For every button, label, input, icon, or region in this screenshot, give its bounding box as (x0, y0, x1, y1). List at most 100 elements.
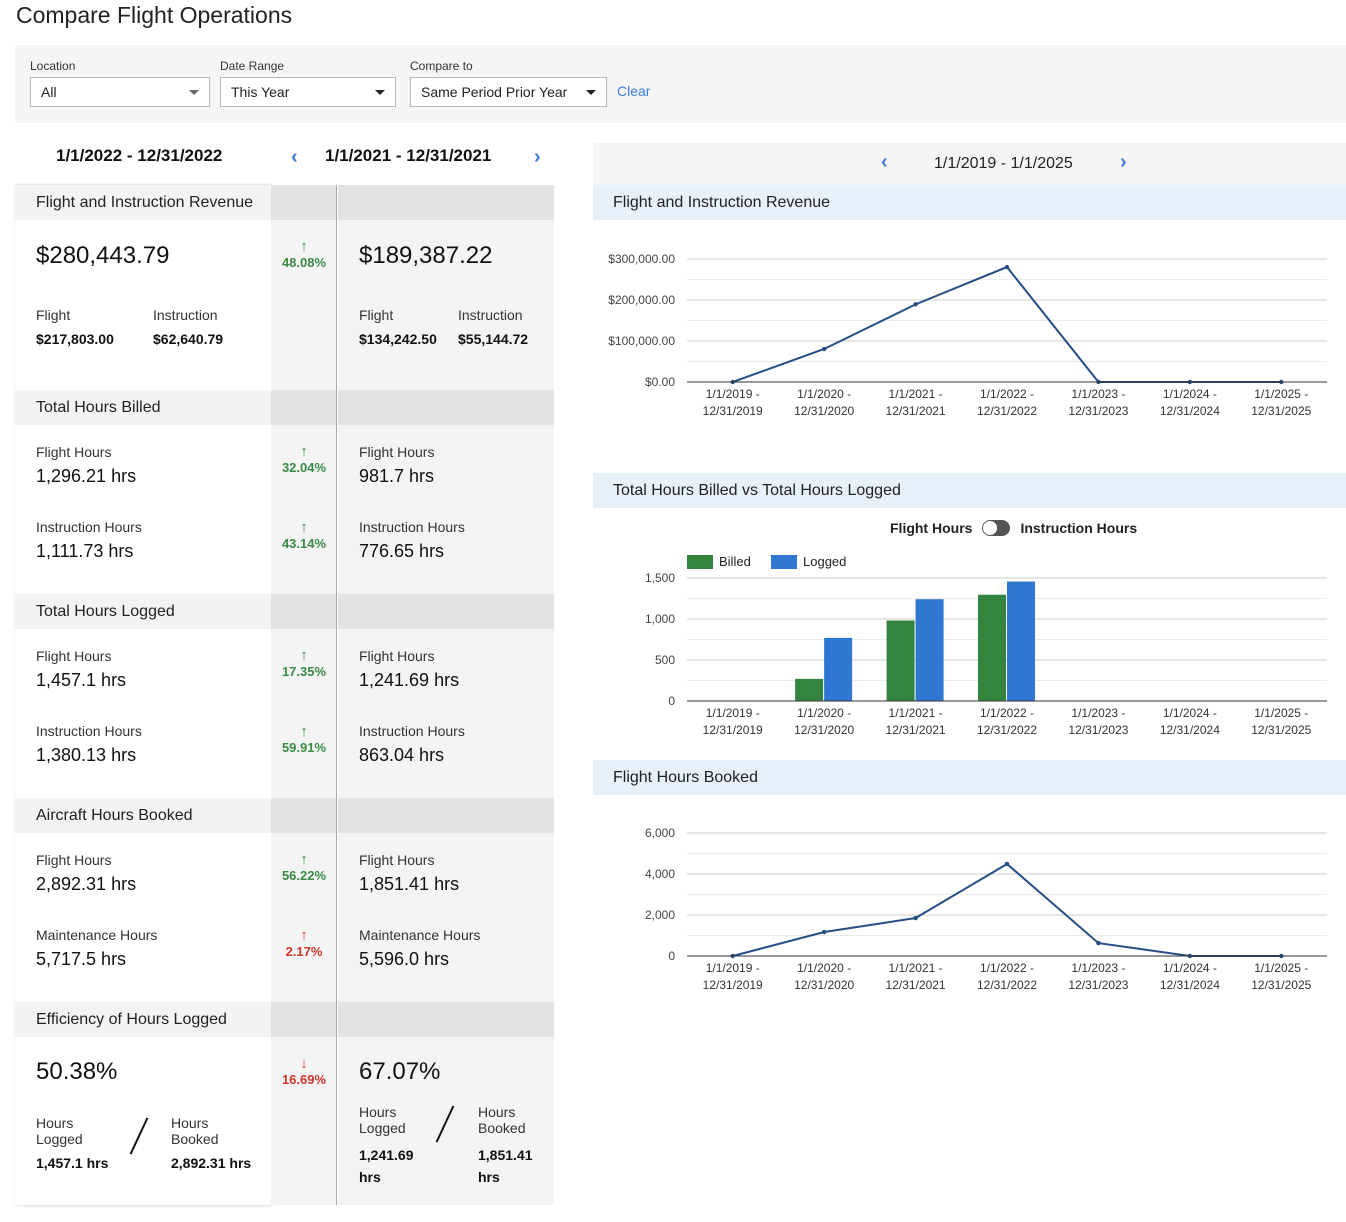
chevron-down-icon (586, 89, 596, 95)
bar-billed (795, 678, 824, 701)
y-tick-label: 500 (655, 653, 675, 667)
compare-logged-flight: 1,241.69 hrs (359, 670, 460, 690)
data-point (821, 929, 827, 935)
toggle-left-label: Flight Hours (890, 520, 973, 536)
x-tick-label: 1/1/2020 - (797, 961, 851, 975)
billed-flight-delta: ↑ 32.04% (271, 443, 337, 476)
arrow-up-icon: ↑ (300, 647, 308, 664)
current-period: 1/1/2022 - 12/31/2022 (56, 146, 223, 165)
booked-flight-delta: ↑ 56.22% (271, 852, 337, 884)
section-title-logged: Total Hours Logged (15, 594, 271, 629)
trend-range-header: ‹ 1/1/2019 - 1/1/2025 › (593, 143, 1346, 185)
instruction-label: Instruction (153, 307, 218, 323)
x-tick-label: 12/31/2022 (977, 978, 1037, 992)
section-title-booked: Aircraft Hours Booked (15, 798, 271, 833)
current-instruction-revenue: $62,640.79 (153, 331, 224, 347)
x-tick-label: 12/31/2023 (1068, 404, 1128, 418)
hours-logged-label-line2: Logged (36, 1131, 83, 1147)
current-period-column: Flight and Instruction Revenue $280,443.… (15, 185, 271, 1205)
y-tick-label: 1,000 (645, 612, 675, 626)
trend-prev-button[interactable]: ‹ (881, 151, 888, 174)
billed-flight-delta-value: 32.04% (281, 460, 327, 475)
compare-billed-instruction: 776.65 hrs (359, 541, 445, 561)
x-tick-label: 1/1/2025 - (1254, 706, 1308, 720)
x-tick-label: 1/1/2019 - (706, 387, 760, 401)
billed-instruction-delta: ↑ 43.14% (271, 520, 337, 552)
x-tick-label: 12/31/2025 (1251, 404, 1311, 418)
x-tick-label: 1/1/2023 - (1071, 961, 1125, 975)
booked-maintenance-delta-value: 2.17% (285, 944, 323, 959)
arrow-up-icon: ↑ (300, 723, 308, 740)
logged-instruction-delta: ↑ 59.91% (271, 723, 337, 756)
data-point (913, 915, 918, 921)
x-tick-label: 1/1/2025 - (1254, 961, 1308, 975)
arrow-up-icon: ↑ (300, 443, 308, 460)
chart-title-booked: Flight Hours Booked (593, 760, 1346, 795)
compare-booked-maintenance: 5,596.0 hrs (359, 949, 450, 969)
x-tick-label: 12/31/2021 (886, 404, 946, 418)
hours-booked-label: Hours Booked (171, 1115, 218, 1147)
x-tick-label: 12/31/2023 (1068, 978, 1128, 992)
unit-label: hrs (359, 1169, 381, 1185)
chevron-down-icon (375, 89, 385, 95)
x-tick-label: 12/31/2024 (1160, 978, 1220, 992)
compare-logged-number: 1,241.69 (359, 1147, 414, 1163)
instruction-hours-label: Instruction Hours (36, 723, 142, 739)
y-tick-label: $0.00 (645, 375, 675, 389)
compare-to-select[interactable]: Same Period Prior Year (410, 77, 607, 107)
location-select[interactable]: All (30, 77, 210, 107)
compare-efficiency-booked: 1,851.41 hrs (478, 1144, 533, 1188)
location-value: All (41, 84, 57, 100)
x-tick-label: 1/1/2024 - (1163, 961, 1217, 975)
hours-booked-label-line1: Hours (171, 1115, 209, 1131)
flight-hours-label: Flight Hours (359, 852, 435, 868)
arrow-down-icon: ↓ (300, 1055, 308, 1072)
hours-booked-label: Hours Booked (478, 1104, 525, 1136)
y-tick-label: 0 (668, 694, 675, 708)
section-header-bg (271, 185, 336, 220)
compare-efficiency-logged: 1,241.69 hrs (359, 1144, 414, 1188)
bar-billed (978, 594, 1006, 701)
data-point (1004, 861, 1010, 867)
clear-button[interactable]: Clear (617, 83, 650, 99)
hours-type-toggle[interactable] (982, 520, 1011, 536)
x-tick-label: 12/31/2025 (1251, 978, 1311, 992)
date-range-select[interactable]: This Year (220, 77, 396, 107)
flight-hours-label: Flight Hours (359, 444, 435, 460)
hours-logged-label-line1: Hours (359, 1104, 397, 1120)
series-line (732, 265, 1282, 383)
delta-column: ↑ 48.08% ↑ 32.04% ↑ 43.14% ↑ 17.35% ↑ 59.91% … (271, 185, 337, 1205)
current-revenue-total: $280,443.79 (36, 242, 170, 269)
x-tick-label: 1/1/2024 - (1163, 387, 1217, 401)
current-efficiency: 50.38% (36, 1058, 118, 1085)
y-tick-label: $300,000.00 (608, 252, 675, 266)
x-tick-label: 1/1/2024 - (1163, 706, 1217, 720)
divider-slash-icon (129, 1117, 149, 1155)
current-billed-flight: 1,296.21 hrs (36, 466, 137, 486)
efficiency-delta: ↓ 16.69% (271, 1055, 337, 1088)
y-tick-label: 4,000 (645, 867, 675, 881)
x-tick-label: 1/1/2019 - (706, 706, 760, 720)
x-tick-label: 1/1/2019 - (706, 961, 760, 975)
section-header-bg (271, 594, 336, 629)
compare-to-filter: Compare to Same Period Prior Year (410, 59, 607, 107)
y-tick-label: 0 (668, 949, 675, 963)
x-tick-label: 12/31/2020 (794, 723, 854, 737)
chevron-down-icon (189, 89, 199, 95)
toggle-right-label: Instruction Hours (1020, 520, 1138, 536)
x-tick-label: 12/31/2019 (703, 723, 763, 737)
compare-flight-revenue: $134,242.50 (359, 331, 437, 347)
filter-bar: Location All Date Range This Year Compar… (15, 45, 1346, 123)
unit-label: hrs (478, 1169, 500, 1185)
next-period-button[interactable]: › (534, 146, 541, 169)
x-tick-label: 12/31/2021 (886, 978, 946, 992)
section-title-efficiency: Efficiency of Hours Logged (15, 1002, 271, 1037)
x-tick-label: 1/1/2020 - (797, 706, 851, 720)
section-header-bg (271, 390, 336, 425)
hours-booked-label-line2: Booked (478, 1120, 526, 1136)
trend-next-button[interactable]: › (1120, 151, 1127, 174)
prev-period-button[interactable]: ‹ (291, 146, 298, 169)
hours-logged-label: Hours Logged (359, 1104, 406, 1136)
compare-instruction-revenue: $55,144.72 (458, 331, 529, 347)
hours-booked-label-line1: Hours (478, 1104, 516, 1120)
